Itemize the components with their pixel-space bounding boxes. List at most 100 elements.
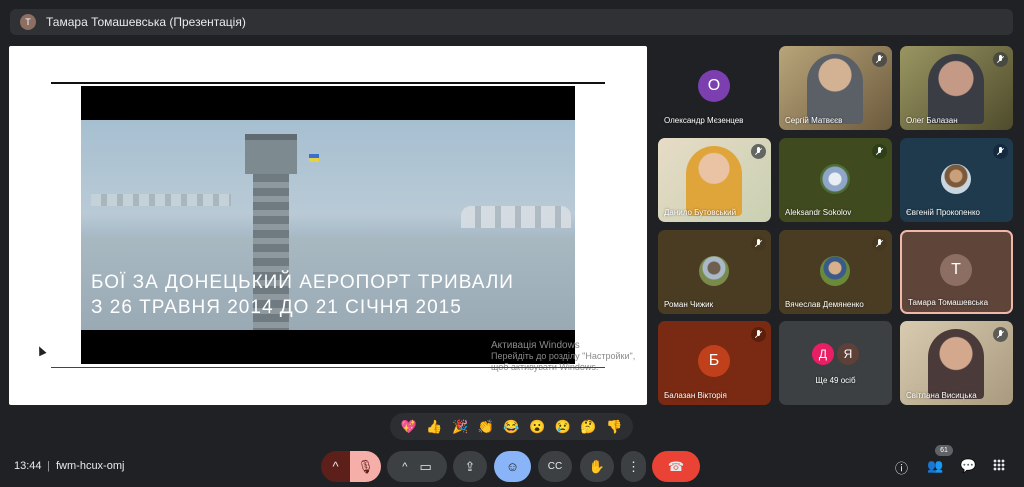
slide-caption: БОЇ ЗА ДОНЕЦЬКИЙ АЕРОПОРТ ТРИВАЛИ З 26 Т… <box>91 270 571 320</box>
reaction-surprised-icon[interactable]: 😮 <box>529 420 545 433</box>
participant-tile[interactable]: Роман Чижик <box>658 230 771 314</box>
slide-bottom-rule <box>51 367 605 368</box>
mic-off-icon <box>872 144 887 159</box>
slide-video: БОЇ ЗА ДОНЕЦЬКИЙ АЕРОПОРТ ТРИВАЛИ З 26 Т… <box>81 86 575 364</box>
info-icon: ⓘ <box>895 461 909 476</box>
reaction-thinking-icon[interactable]: 🤔 <box>580 420 596 433</box>
presenter-avatar: Т <box>20 14 36 30</box>
mic-off-icon <box>751 236 766 251</box>
captions-button[interactable]: CC <box>538 451 572 482</box>
bottom-bar: 13:44 | fwm-hcux-omj ^ 🎙 ^ ▭ ⇪ ☺ CC ✋ ⋮ … <box>0 445 1024 487</box>
more-vert-icon: ⋮ <box>627 458 640 474</box>
reaction-laugh-icon[interactable]: 😂 <box>503 420 519 433</box>
avatar <box>699 256 729 286</box>
participant-tile[interactable]: Вячеслав Демяненко <box>779 230 892 314</box>
end-call-button[interactable]: ☎ <box>652 451 700 482</box>
activities-grid-icon[interactable] <box>993 459 1005 471</box>
avatar: Я <box>837 343 859 365</box>
camera-button[interactable]: ^ ▭ <box>387 451 447 482</box>
present-icon: ⇪ <box>464 458 476 474</box>
captions-icon: CC <box>547 461 563 472</box>
participant-video <box>928 329 984 399</box>
participant-tile-active[interactable]: Т Тамара Томашевська <box>900 230 1013 314</box>
participant-name: Сергій Матвєєв <box>785 116 843 125</box>
participant-tile[interactable]: Aleksandr Sokolov <box>779 138 892 222</box>
people-button[interactable]: 👥 <box>927 458 943 474</box>
participant-name: Євгеній Прокопенко <box>906 208 981 217</box>
participant-tile[interactable]: Олег Балазан <box>900 46 1013 130</box>
participants-count-badge: 61 <box>935 445 953 456</box>
avatar <box>820 164 850 194</box>
participant-name: Світлана Висицька <box>906 391 977 400</box>
mic-off-icon <box>872 52 887 67</box>
reaction-party-icon[interactable]: 🎉 <box>452 420 468 433</box>
mouse-cursor-icon <box>35 344 47 357</box>
participant-name: Aleksandr Sokolov <box>785 208 852 217</box>
chat-button[interactable]: 💬 <box>960 458 976 474</box>
more-participants-tile[interactable]: Д Я Ще 49 осіб <box>779 321 892 405</box>
mic-off-icon <box>751 327 766 342</box>
reaction-sad-icon[interactable]: 😢 <box>555 420 571 433</box>
mic-off-icon: 🎙 <box>357 458 374 474</box>
windows-watermark: Активація Windows Перейдіть до розділу "… <box>491 340 641 373</box>
video-buildings <box>91 194 231 206</box>
more-options-button[interactable]: ⋮ <box>621 451 646 482</box>
flag-image <box>309 154 319 162</box>
participant-name: Данило Бутовський <box>664 208 737 217</box>
participant-tile[interactable]: Данило Бутовський <box>658 138 771 222</box>
presenter-title: Тамара Томашевська (Презентація) <box>46 15 246 29</box>
participant-tile[interactable]: Євгеній Прокопенко <box>900 138 1013 222</box>
reaction-heart-icon[interactable]: 💖 <box>401 420 417 433</box>
participant-name: Балазан Вікторія <box>664 391 727 400</box>
video-hangars <box>461 206 571 228</box>
reaction-clap-icon[interactable]: 👏 <box>478 420 494 433</box>
meeting-info-button[interactable]: ⓘ <box>895 458 908 477</box>
chevron-up-icon: ^ <box>402 460 408 473</box>
participant-name: Вячеслав Демяненко <box>785 300 864 309</box>
present-button[interactable]: ⇪ <box>453 451 487 482</box>
presenter-bar: Т Тамара Томашевська (Презентація) <box>10 9 1013 35</box>
caption-line-1: БОЇ ЗА ДОНЕЦЬКИЙ АЕРОПОРТ ТРИВАЛИ <box>91 272 514 293</box>
avatar: Т <box>940 254 972 286</box>
avatar: Д <box>812 343 834 365</box>
presentation-stage[interactable]: БОЇ ЗА ДОНЕЦЬКИЙ АЕРОПОРТ ТРИВАЛИ З 26 Т… <box>9 46 647 405</box>
participant-video <box>686 146 742 216</box>
reaction-thumbs-down-icon[interactable]: 👎 <box>606 420 622 433</box>
emoji-button[interactable]: ☺ <box>494 451 531 482</box>
raise-hand-icon: ✋ <box>588 458 606 474</box>
tower-cab <box>245 134 297 174</box>
mic-off-icon <box>872 236 887 251</box>
avatar <box>941 164 971 194</box>
raise-hand-button[interactable]: ✋ <box>580 451 614 482</box>
participant-video <box>928 54 984 124</box>
clock: 13:44 <box>14 460 42 472</box>
reactions-bar: 💖 👍 🎉 👏 😂 😮 😢 🤔 👎 <box>390 413 633 440</box>
avatar <box>820 256 850 286</box>
emoji-icon: ☺ <box>505 459 520 474</box>
people-icon: 👥 <box>927 458 944 473</box>
mic-off-icon <box>993 144 1008 159</box>
end-call-icon: ☎ <box>667 458 685 474</box>
participant-name: Олег Балазан <box>906 116 958 125</box>
mic-off-icon <box>993 327 1008 342</box>
separator: | <box>47 460 50 472</box>
participant-video <box>807 54 863 124</box>
watermark-title: Активація Windows <box>491 340 580 351</box>
camera-icon: ▭ <box>419 458 432 474</box>
avatar: Б <box>698 345 730 377</box>
watermark-subtitle: Перейдіть до розділу "Настройки", щоб ак… <box>491 351 636 372</box>
more-participants-label: Ще 49 осіб <box>815 376 856 385</box>
reaction-thumbs-up-icon[interactable]: 👍 <box>426 420 442 433</box>
participant-tile[interactable]: Світлана Висицька <box>900 321 1013 405</box>
chevron-up-icon: ^ <box>332 459 339 474</box>
avatar: О <box>698 70 730 102</box>
participant-name: Олександр Мєзенцев <box>664 116 744 125</box>
participant-tile[interactable]: О Олександр Мєзенцев <box>658 46 771 130</box>
mic-off-icon <box>751 144 766 159</box>
caption-line-2: З 26 ТРАВНЯ 2014 ДО 21 СІЧНЯ 2015 <box>91 297 462 318</box>
participant-tile[interactable]: Б Балазан Вікторія <box>658 321 771 405</box>
participant-tile[interactable]: Сергій Матвєєв <box>779 46 892 130</box>
chat-icon: 💬 <box>960 458 977 473</box>
mic-toggle-button[interactable]: 🎙 <box>350 451 381 482</box>
mic-options-button[interactable]: ^ <box>321 451 350 482</box>
